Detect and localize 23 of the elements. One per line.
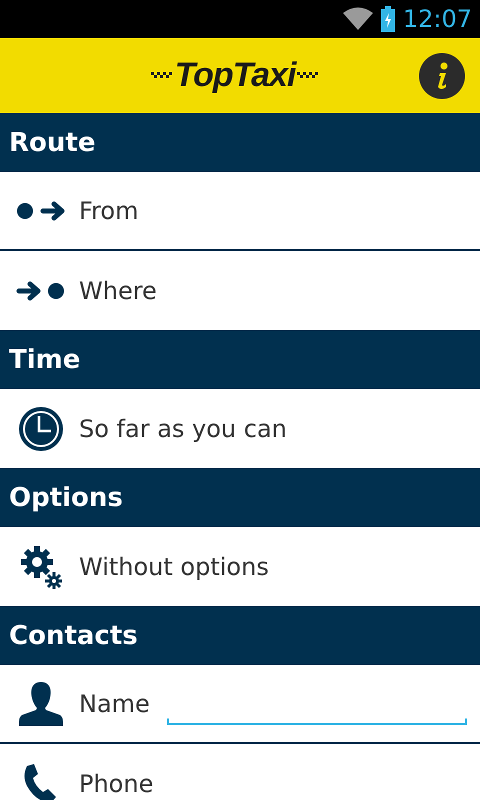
status-time: 12:07	[402, 5, 472, 33]
row-label: So far as you can	[79, 414, 287, 442]
clock-icon	[18, 406, 62, 450]
info-button[interactable]	[419, 53, 465, 99]
checker-icon	[150, 72, 173, 80]
wifi-icon	[342, 7, 373, 31]
row-label: Without options	[79, 552, 269, 580]
row-label: Phone	[79, 770, 154, 798]
section-title: Contacts	[9, 620, 138, 650]
checker-icon	[297, 72, 320, 80]
row-label: Where	[79, 276, 157, 304]
gears-icon	[20, 544, 62, 588]
person-icon	[18, 682, 62, 726]
info-icon	[435, 62, 449, 90]
section-title: Options	[9, 482, 123, 512]
row-label: From	[79, 196, 138, 224]
dot-arrow-icon	[16, 200, 66, 220]
battery-icon	[380, 6, 395, 32]
row-label: Name	[79, 690, 150, 718]
arrow-dot-icon	[16, 280, 66, 300]
section-title: Route	[9, 128, 96, 158]
section-title: Time	[9, 344, 80, 374]
logo-text: TopTaxi	[174, 56, 296, 95]
